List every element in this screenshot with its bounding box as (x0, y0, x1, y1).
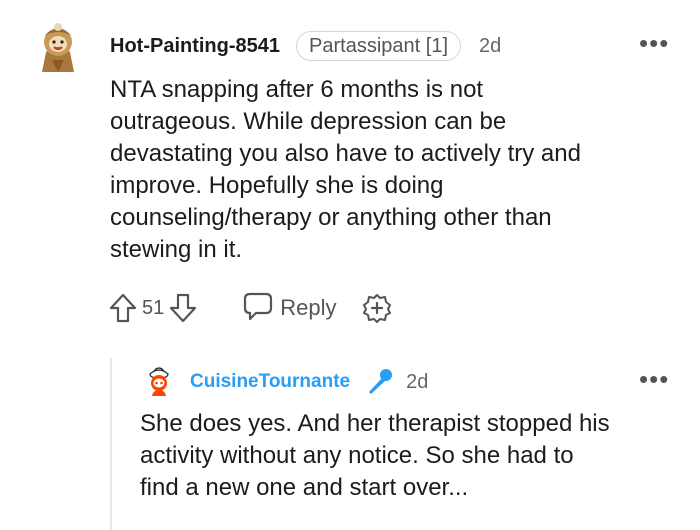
vote-score: 51 (142, 296, 165, 319)
more-options-button[interactable]: ••• (639, 30, 669, 56)
comment-body-line: activity without any notice. So she had … (140, 442, 574, 469)
upvote-arrow-icon[interactable] (108, 292, 138, 324)
comment-actions: 51 Reply (108, 290, 393, 326)
username-link[interactable]: Hot-Painting-8541 (110, 35, 280, 58)
user-avatar[interactable] (144, 364, 174, 398)
comment-body-line: stewing in it. (110, 236, 243, 263)
reply-button[interactable]: Reply (242, 291, 337, 326)
user-avatar[interactable] (36, 22, 80, 74)
comment-header: Hot-Painting-8541 Partassipant [1] 2d (110, 30, 501, 62)
downvote-arrow-icon[interactable] (168, 292, 198, 324)
username-link[interactable]: CuisineTournante (190, 371, 350, 393)
timestamp[interactable]: 2d (479, 35, 501, 58)
comment-body-line: She does yes. And her therapist stopped … (140, 410, 610, 437)
comment-body-line: find a new one and start over... (140, 474, 469, 501)
user-flair: Partassipant [1] (296, 31, 461, 61)
timestamp[interactable]: 2d (406, 371, 428, 394)
comment-body-line: improve. Hopefully she is doing (110, 172, 444, 199)
microphone-icon (364, 367, 394, 397)
comment-body: She does yes. And her therapist stopped … (140, 408, 685, 504)
comment-header: CuisineTournante 2d (190, 368, 428, 396)
plus-circle-icon[interactable] (361, 292, 393, 324)
comment-body-line: outrageous. While depression can be (110, 108, 507, 135)
comment-body-line: counseling/therapy or anything other tha… (110, 204, 552, 231)
reply-label: Reply (280, 295, 337, 320)
comment-body-line: devastating you also have to actively tr… (110, 140, 581, 167)
more-options-button[interactable]: ••• (639, 366, 669, 392)
comment-body: NTA snapping after 6 months is not outra… (110, 74, 680, 266)
comment-body-line: NTA snapping after 6 months is not (110, 76, 484, 103)
thread-line[interactable] (110, 358, 112, 530)
speech-bubble-icon (242, 291, 274, 326)
